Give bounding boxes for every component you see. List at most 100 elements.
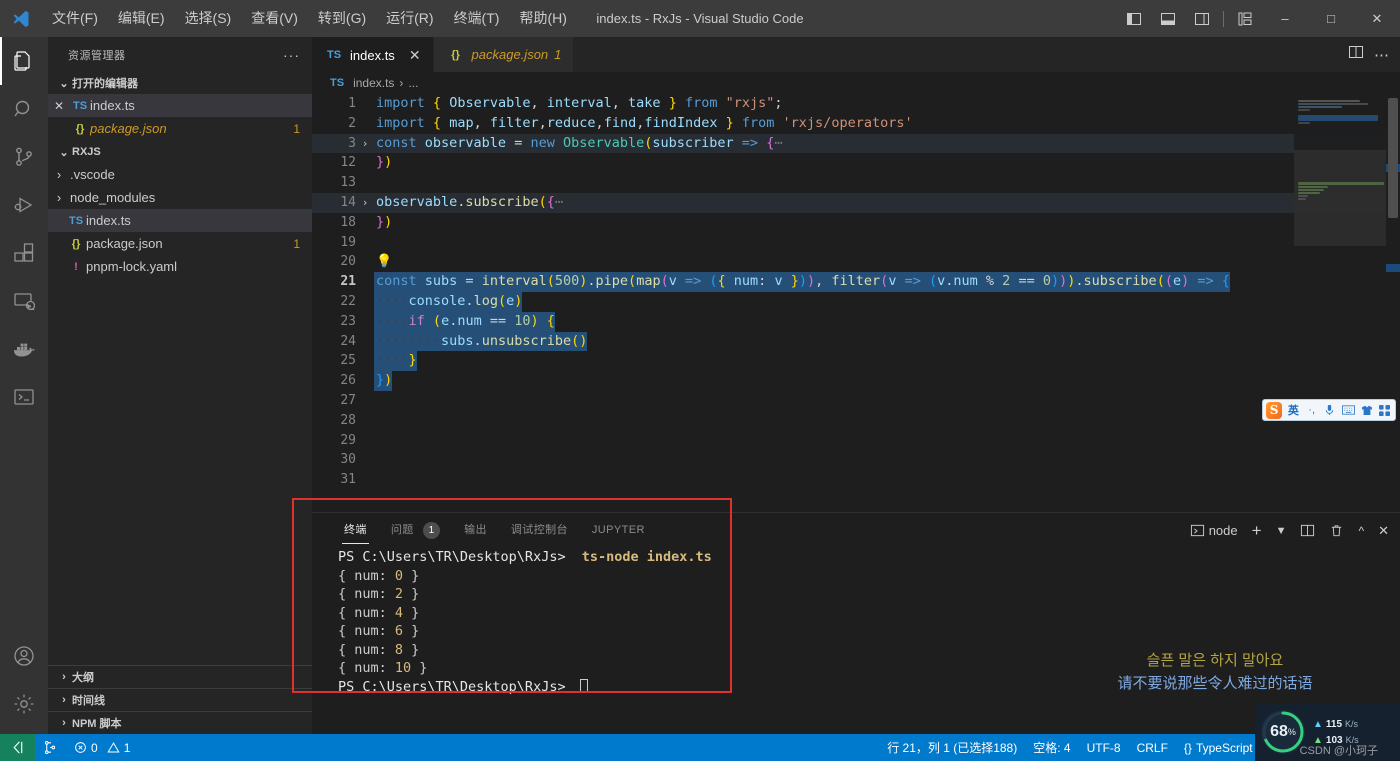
problems-indicator[interactable]: 0 1 <box>66 734 138 761</box>
ports-indicator[interactable] <box>35 734 66 761</box>
maximize-button[interactable]: □ <box>1308 0 1354 37</box>
mic-icon[interactable] <box>1323 404 1337 416</box>
tree-item-package-json[interactable]: {} package.json 1 <box>48 232 312 255</box>
end-of-line[interactable]: CRLF <box>1129 734 1176 761</box>
tree-item-vscode[interactable]: › .vscode <box>48 163 312 186</box>
lightbulb-icon[interactable]: 💡 <box>376 254 392 269</box>
encoding[interactable]: UTF-8 <box>1079 734 1129 761</box>
activity-accounts[interactable] <box>0 632 48 680</box>
section-timeline[interactable]: › 时间线 <box>48 688 312 711</box>
section-workspace-rxjs[interactable]: ⌄ RXJS <box>48 141 312 163</box>
minimap-slider[interactable] <box>1294 150 1386 246</box>
breadcrumb-file[interactable]: index.ts <box>353 76 394 90</box>
ime-punctuation-icon[interactable]: ·, <box>1305 404 1319 416</box>
terminal-line: { num: 0 } <box>338 567 1400 586</box>
toggle-primary-sidebar-icon[interactable] <box>1117 0 1151 37</box>
output-value: 6 <box>395 623 403 639</box>
new-terminal-icon[interactable]: + <box>1249 519 1265 543</box>
scrollbar-thumb[interactable] <box>1388 98 1398 218</box>
panel-tab-label: JUPYTER <box>592 524 645 536</box>
menu-file[interactable]: 文件(F) <box>42 0 108 37</box>
menu-go[interactable]: 转到(G) <box>308 0 376 37</box>
indentation[interactable]: 空格: 4 <box>1025 734 1078 761</box>
toggle-secondary-sidebar-icon[interactable] <box>1185 0 1219 37</box>
skin-icon[interactable] <box>1359 405 1373 416</box>
activity-extensions[interactable] <box>0 229 48 277</box>
language-mode[interactable]: {} TypeScript <box>1176 734 1261 761</box>
code-line: 27 <box>312 391 1400 411</box>
line-number: 24 <box>312 332 356 352</box>
sogou-ime-toolbar[interactable]: S 英 ·, <box>1262 399 1396 421</box>
panel-tab-output[interactable]: 输出 <box>452 513 499 548</box>
split-editor-icon[interactable] <box>1348 44 1364 65</box>
close-button[interactable]: ✕ <box>1354 0 1400 37</box>
active-terminal-selector[interactable]: node <box>1187 521 1241 540</box>
activity-search[interactable] <box>0 85 48 133</box>
tree-item-index-ts[interactable]: TS index.ts <box>48 209 312 232</box>
keyboard-icon[interactable] <box>1341 405 1355 415</box>
tab-label: package.json <box>472 47 549 62</box>
activity-terminal[interactable] <box>0 373 48 421</box>
tab-package-json[interactable]: {} package.json 1 <box>434 37 575 72</box>
activity-remote-explorer[interactable]: >_ <box>0 277 48 325</box>
sidebar-header: 资源管理器 ··· <box>48 37 312 72</box>
tree-item-label: pnpm-lock.yaml <box>86 259 300 274</box>
fold-indicator[interactable]: › <box>356 134 374 154</box>
chevron-right-icon[interactable]: › <box>48 167 70 182</box>
breadcrumb-rest[interactable]: ... <box>408 76 418 90</box>
toggle-panel-icon[interactable] <box>1151 0 1185 37</box>
kill-terminal-icon[interactable] <box>1326 521 1347 540</box>
terminal-output[interactable]: PS C:\Users\TR\Desktop\RxJs> ts-node ind… <box>312 548 1400 696</box>
menu-view[interactable]: 查看(V) <box>241 0 308 37</box>
activity-source-control[interactable] <box>0 133 48 181</box>
section-npm-scripts[interactable]: › NPM 脚本 <box>48 711 312 734</box>
activity-run-debug[interactable] <box>0 181 48 229</box>
customize-layout-icon[interactable] <box>1228 0 1262 37</box>
tab-index-ts[interactable]: TS index.ts ✕ <box>312 37 434 72</box>
open-editor-package-json[interactable]: {} package.json 1 <box>48 117 312 140</box>
fold-indicator[interactable]: › <box>356 193 374 213</box>
menu-edit[interactable]: 编辑(E) <box>108 0 175 37</box>
menu-selection[interactable]: 选择(S) <box>175 0 242 37</box>
chevron-right-icon[interactable]: › <box>48 190 70 205</box>
activity-docker[interactable] <box>0 325 48 373</box>
line-content: 💡 <box>374 252 392 272</box>
activity-explorer[interactable] <box>0 37 48 85</box>
close-icon[interactable]: ✕ <box>48 99 70 113</box>
panel-tab-jupyter[interactable]: JUPYTER <box>580 513 657 548</box>
sidebar-more-actions-icon[interactable]: ··· <box>283 47 300 63</box>
tree-item-node-modules[interactable]: › node_modules <box>48 186 312 209</box>
panel-tab-terminal[interactable]: 终端 <box>332 513 379 548</box>
activity-manage-settings[interactable] <box>0 680 48 728</box>
minimize-button[interactable]: – <box>1262 0 1308 37</box>
menu-terminal[interactable]: 终端(T) <box>444 0 510 37</box>
close-panel-icon[interactable]: ✕ <box>1375 521 1392 541</box>
code-line: 23 ····if (e.num == 10) { <box>312 312 1400 332</box>
panel-tab-problems[interactable]: 问题 1 <box>379 513 452 548</box>
cursor-position[interactable]: 行 21，列 1 (已选择188) <box>879 734 1025 761</box>
network-speed-widget[interactable]: 68% ▲ 115 K/s ▲ 103 K/s <box>1255 703 1400 761</box>
remote-window-indicator[interactable] <box>0 734 35 761</box>
tree-item-pnpm-lock[interactable]: ! pnpm-lock.yaml <box>48 255 312 278</box>
menu-run[interactable]: 运行(R) <box>376 0 443 37</box>
section-outline[interactable]: › 大纲 <box>48 665 312 688</box>
editor-scrollbar[interactable] <box>1386 94 1400 512</box>
split-terminal-icon[interactable] <box>1297 521 1318 540</box>
code-editor[interactable]: 1 import { Observable, interval, take } … <box>312 94 1400 512</box>
minimap[interactable] <box>1294 94 1386 512</box>
menu-help[interactable]: 帮助(H) <box>509 0 576 37</box>
more-actions-icon[interactable]: ⋯ <box>1374 46 1390 64</box>
section-open-editors[interactable]: ⌄ 打开的编辑器 <box>48 72 312 94</box>
ime-mode-label[interactable]: 英 <box>1286 402 1300 418</box>
tab-close-icon[interactable]: ✕ <box>409 48 421 62</box>
tree-item-label: .vscode <box>70 167 300 182</box>
chevron-down-icon[interactable]: ▼ <box>1273 523 1290 539</box>
code-line: 29 <box>312 431 1400 451</box>
code-line: 3 › const observable = new Observable(su… <box>312 134 1400 154</box>
sogou-logo-icon[interactable]: S <box>1266 402 1282 419</box>
panel-tab-debug-console[interactable]: 调试控制台 <box>499 513 580 548</box>
line-number: 23 <box>312 312 356 332</box>
maximize-panel-icon[interactable]: ^ <box>1355 522 1367 540</box>
open-editor-index-ts[interactable]: ✕ TS index.ts <box>48 94 312 117</box>
apps-icon[interactable] <box>1378 405 1392 416</box>
